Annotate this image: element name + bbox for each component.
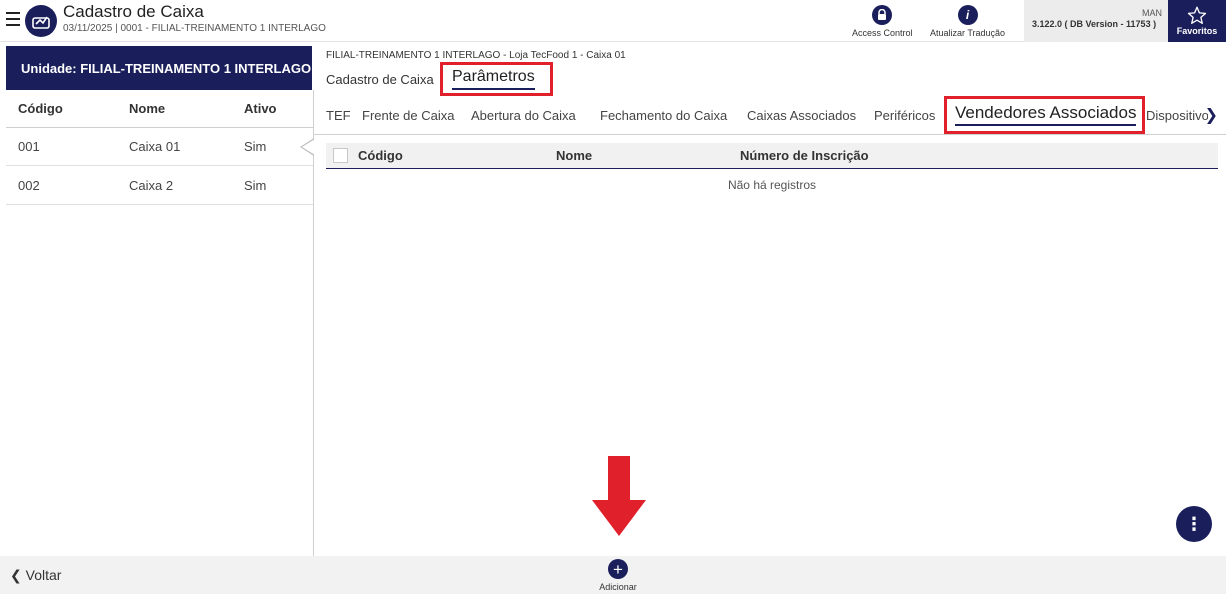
back-label: Voltar [25,567,62,583]
version-text: 3.122.0 ( DB Version - 11753 ) [1032,19,1157,29]
column-header-nome[interactable]: Nome [129,101,165,116]
more-vertical-icon: ⋮ [1185,513,1203,534]
subtab-caixas-associados[interactable]: Caixas Associados [747,108,856,123]
version-info: MAN 3.122.0 ( DB Version - 11753 ) [1024,0,1168,42]
row-ativo: Sim [244,139,267,154]
footer-bar: ❮ Voltar + Adicionar [0,556,1226,594]
grid-header: Código Nome Número de Inscrição [326,143,1218,169]
select-all-checkbox[interactable] [333,148,348,163]
subtab-perifericos[interactable]: Periféricos [874,108,935,123]
list-item[interactable]: 002 Caixa 2 Sim [6,167,313,205]
access-control-button[interactable]: Access Control [852,5,913,38]
page-subtitle: 03/11/2025 | 0001 - FILIAL-TREINAMENTO 1… [63,23,326,34]
subtab-frente-de-caixa[interactable]: Frente de Caixa [362,108,455,123]
column-header-codigo[interactable]: Código [18,101,63,116]
row-codigo: 001 [18,139,40,154]
list-item-selected[interactable]: 001 Caixa 01 Sim [6,128,315,166]
column-header-numero-inscricao[interactable]: Número de Inscrição [740,148,869,163]
hamburger-icon[interactable] [6,12,20,26]
subtab-dispositivos[interactable]: Dispositivos [1146,108,1208,123]
plus-icon: + [608,559,628,579]
highlight-box-vendedores [944,96,1145,134]
atualizar-traducao-label: Atualizar Tradução [930,28,1006,38]
page-title: Cadastro de Caixa [63,2,204,21]
selection-caret [300,138,315,156]
empty-state-message: Não há registros [727,178,817,192]
favoritos-button[interactable]: Favoritos [1168,0,1226,42]
access-control-label: Access Control [852,28,913,38]
chevron-right-icon[interactable]: ❯ [1205,105,1218,125]
column-header-ativo[interactable]: Ativo [244,101,277,116]
cash-register-icon[interactable] [25,5,57,37]
row-codigo: 002 [18,178,40,193]
caixa-list-panel: Código Nome Ativo 001 Caixa 01 Sim 002 C… [6,90,315,556]
add-button[interactable]: + Adicionar [594,559,642,592]
highlight-box-parametros [440,62,553,96]
info-icon: i [957,5,978,25]
row-ativo: Sim [244,178,267,193]
lock-icon [872,5,893,25]
subtab-tef[interactable]: TEF [326,108,351,123]
chevron-left-icon: ❮ [10,567,22,583]
more-actions-button[interactable]: ⋮ [1176,506,1212,542]
user-label: MAN [1142,8,1162,18]
tab-cadastro-de-caixa[interactable]: Cadastro de Caixa [326,72,434,87]
list-header: Código Nome Ativo [6,90,313,128]
favoritos-label: Favoritos [1176,26,1218,36]
subtab-fechamento-do-caixa[interactable]: Fechamento do Caixa [600,108,727,123]
atualizar-traducao-button[interactable]: i Atualizar Tradução [930,5,1005,38]
add-label: Adicionar [599,582,637,592]
subtab-abertura-do-caixa[interactable]: Abertura do Caixa [471,108,576,123]
annotation-arrow [592,456,646,536]
column-header-codigo[interactable]: Código [358,148,403,163]
back-button[interactable]: ❮ Voltar [10,567,61,584]
star-icon [1187,6,1207,25]
row-nome: Caixa 01 [129,139,181,154]
breadcrumb: FILIAL-TREINAMENTO 1 INTERLAGO - Loja Te… [326,50,626,61]
unit-label: Unidade: FILIAL-TREINAMENTO 1 INTERLAGO [6,46,312,90]
app-header: Cadastro de Caixa 03/11/2025 | 0001 - FI… [0,0,1226,42]
row-nome: Caixa 2 [129,178,174,193]
column-header-nome[interactable]: Nome [556,148,592,163]
